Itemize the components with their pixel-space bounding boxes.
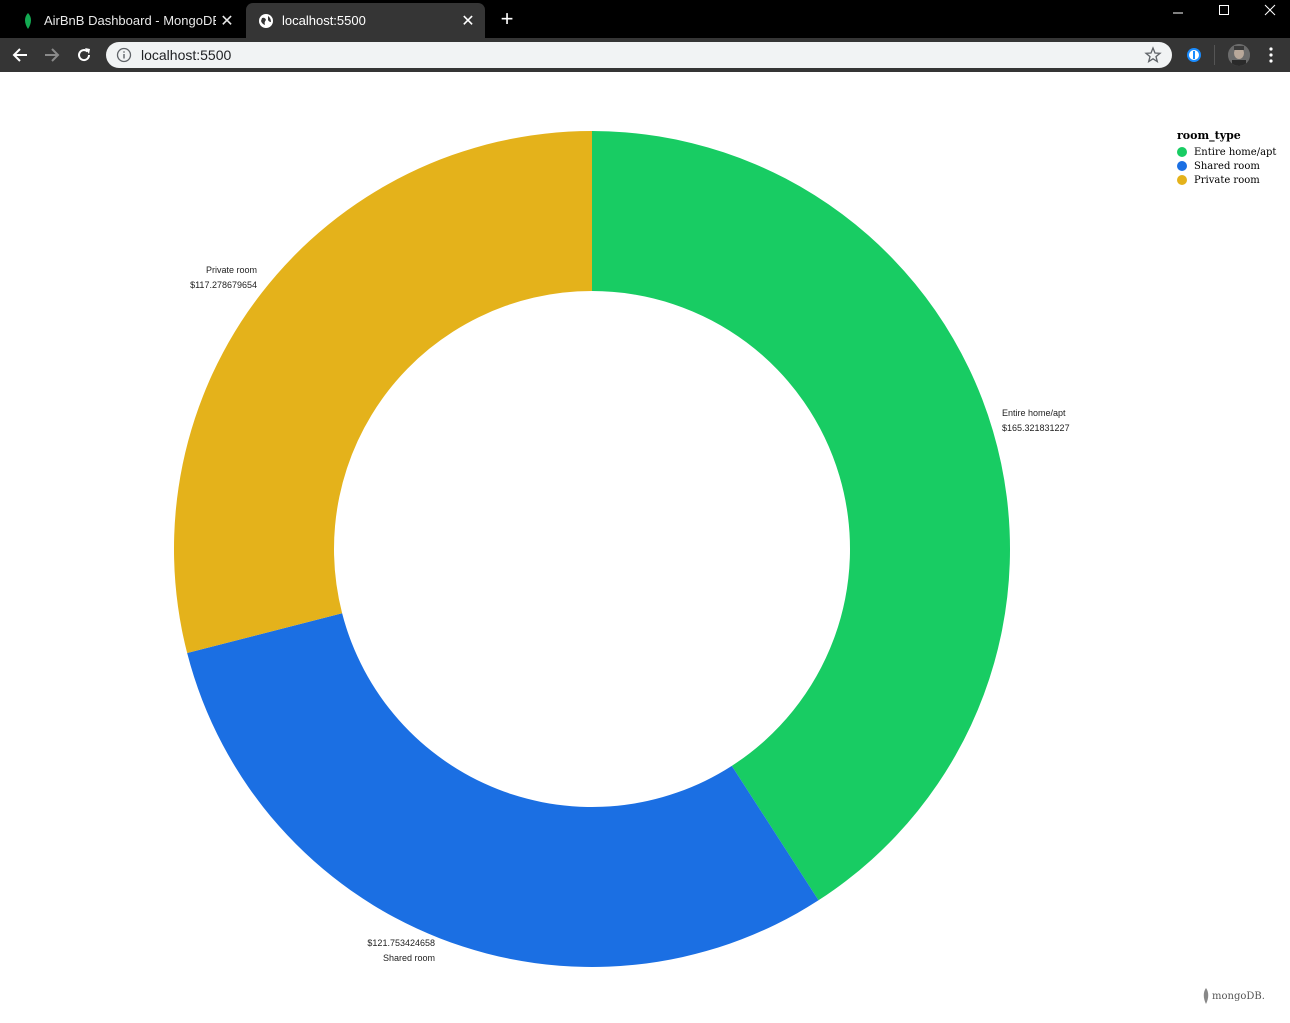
forward-arrow-icon	[45, 48, 60, 62]
slice-label-entire-home: Entire home/apt $165.321831227	[1002, 406, 1070, 436]
slice-category: Entire home/apt	[1002, 408, 1066, 418]
donut-slice-shared-room[interactable]	[187, 613, 819, 967]
slice-label-shared-room: $121.753424658 Shared room	[361, 936, 435, 966]
legend-label: Entire home/apt	[1194, 146, 1277, 158]
toolbar-divider	[1214, 45, 1215, 65]
slice-category: Private room	[205, 265, 257, 275]
donut-chart	[174, 131, 1010, 967]
maximize-button[interactable]	[1201, 0, 1247, 20]
logo-text: mongoDB.	[1212, 990, 1265, 1002]
legend-item[interactable]: Shared room	[1177, 159, 1276, 173]
tab-airbnb-dashboard[interactable]: AirBnB Dashboard - MongoDB Cl ✕	[8, 3, 244, 38]
slice-value: $121.753424658	[367, 938, 435, 948]
slice-category: Shared room	[382, 953, 435, 963]
legend-label: Shared room	[1194, 160, 1260, 172]
legend-swatch	[1177, 175, 1187, 185]
back-arrow-icon	[12, 48, 27, 62]
globe-icon	[258, 13, 274, 29]
slice-value: $165.321831227	[1002, 423, 1070, 433]
url-text: localhost:5500	[141, 47, 232, 63]
close-window-button[interactable]	[1247, 0, 1290, 20]
mongodb-logo: mongoDB.	[1202, 988, 1265, 1004]
legend-item[interactable]: Entire home/apt	[1177, 145, 1276, 159]
legend-label: Private room	[1194, 174, 1260, 186]
chart-legend: room_type Entire home/apt Shared room Pr…	[1177, 129, 1276, 187]
address-bar[interactable]: localhost:5500	[106, 42, 1172, 68]
browser-toolbar: localhost:5500	[0, 38, 1290, 72]
mongodb-leaf-icon	[20, 12, 36, 29]
new-tab-button[interactable]: +	[495, 8, 519, 32]
close-tab-icon[interactable]: ✕	[457, 11, 479, 31]
minimize-button[interactable]	[1155, 0, 1201, 20]
tab-localhost[interactable]: localhost:5500 ✕	[246, 3, 485, 38]
forward-button[interactable]	[40, 43, 64, 67]
mongodb-leaf-icon	[1203, 988, 1209, 1004]
close-tab-icon[interactable]: ✕	[216, 11, 238, 31]
back-button[interactable]	[8, 43, 32, 67]
legend-item[interactable]: Private room	[1177, 173, 1276, 187]
legend-title: room_type	[1177, 129, 1241, 142]
profile-avatar[interactable]	[1228, 44, 1250, 66]
password-manager-extension-icon[interactable]	[1184, 45, 1204, 65]
donut-slice-entire-home-apt[interactable]	[592, 131, 1010, 901]
slice-label-private-room: Private room $117.278679654	[183, 263, 257, 293]
chart-area	[0, 72, 1290, 1018]
menu-kebab-icon[interactable]	[1263, 45, 1279, 65]
donut-slice-private-room[interactable]	[174, 131, 592, 654]
tab-strip: AirBnB Dashboard - MongoDB Cl ✕ localhos…	[0, 0, 1290, 38]
tab-title: localhost:5500	[282, 13, 366, 28]
info-icon[interactable]	[116, 47, 132, 68]
reload-button[interactable]	[72, 43, 96, 67]
bookmark-star-icon[interactable]	[1144, 46, 1162, 69]
tab-title: AirBnB Dashboard - MongoDB Cl	[44, 13, 216, 28]
slice-value: $117.278679654	[190, 280, 257, 290]
legend-swatch	[1177, 147, 1187, 157]
reload-icon	[78, 48, 91, 62]
legend-swatch	[1177, 161, 1187, 171]
